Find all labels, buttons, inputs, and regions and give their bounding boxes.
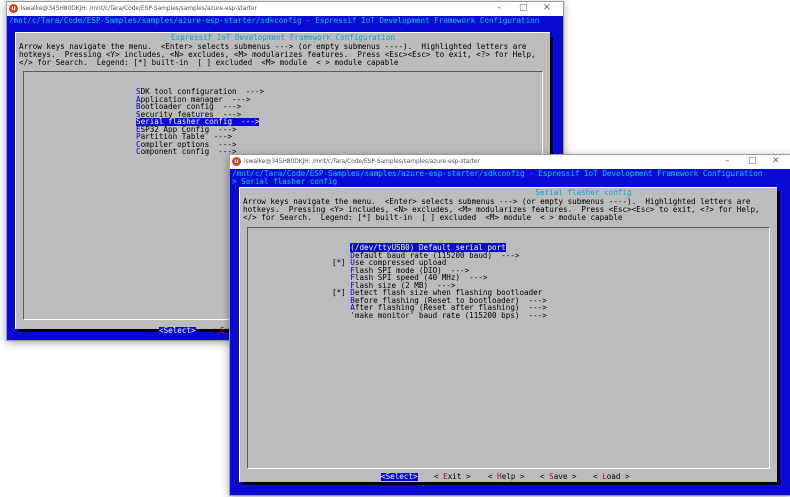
help-line: </> for Search. Legend: [*] built-in [ ]… (19, 58, 399, 67)
close-icon[interactable]: ✕ (543, 3, 551, 13)
menu-box: (/dev/ttyUSB0) Default serial port Defau… (247, 227, 770, 469)
dialog-title: Serial flasher config (535, 188, 632, 197)
window-title: lswalke@345H80DKJH: /mnt/c/Tara/Code/ESP… (21, 5, 257, 12)
save-button[interactable]: < Save > (540, 473, 577, 481)
window-title: lswalke@345H80DKJH: /mnt/c/Tara/Code/ESP… (244, 158, 480, 165)
select-button[interactable]: <Select> (381, 473, 418, 481)
terminal-path: /mnt/c/Tara/Code/ESP-Samples/samples/azu… (9, 16, 540, 25)
window-titlebar[interactable]: u lswalke@345H80DKJH: /mnt/c/Tara/Code/E… (7, 2, 563, 16)
menuconfig-dialog: Serial flasher config Arrow keys navigat… (239, 187, 777, 482)
ubuntu-icon: u (9, 4, 18, 13)
select-button[interactable]: <Select> (159, 327, 196, 335)
load-button[interactable]: < Load > (593, 473, 630, 481)
breadcrumb: > Serial flasher config (232, 176, 342, 186)
terminal-window-front[interactable]: u lswalke@345H80DKJH: /mnt/c/Tara/Code/E… (229, 154, 790, 496)
menu-item-component-config[interactable]: Component config ---> (136, 148, 237, 156)
maximize-icon[interactable]: □ (519, 3, 528, 13)
menu-item-monitor-baud-rate[interactable]: 'make monitor' baud rate (115200 bps) --… (332, 311, 547, 320)
minimize-icon[interactable]: – (725, 156, 730, 166)
close-icon[interactable]: ✕ (772, 156, 780, 166)
maximize-icon[interactable]: □ (748, 156, 757, 166)
minimize-icon[interactable]: – (497, 3, 502, 13)
help-line: </> for Search. Legend: [*] built-in [ ]… (243, 213, 623, 222)
help-button[interactable]: < Help > (488, 473, 525, 481)
ubuntu-icon: u (232, 157, 241, 166)
dialog-title: Espressif IoT Development Framework Conf… (170, 33, 396, 42)
window-titlebar[interactable]: u lswalke@345H80DKJH: /mnt/c/Tara/Code/E… (230, 155, 790, 169)
terminal-screen[interactable]: /mnt/c/Tara/Code/ESP-Samples/samples/azu… (230, 169, 790, 495)
exit-button[interactable]: < Exit > (434, 473, 471, 481)
